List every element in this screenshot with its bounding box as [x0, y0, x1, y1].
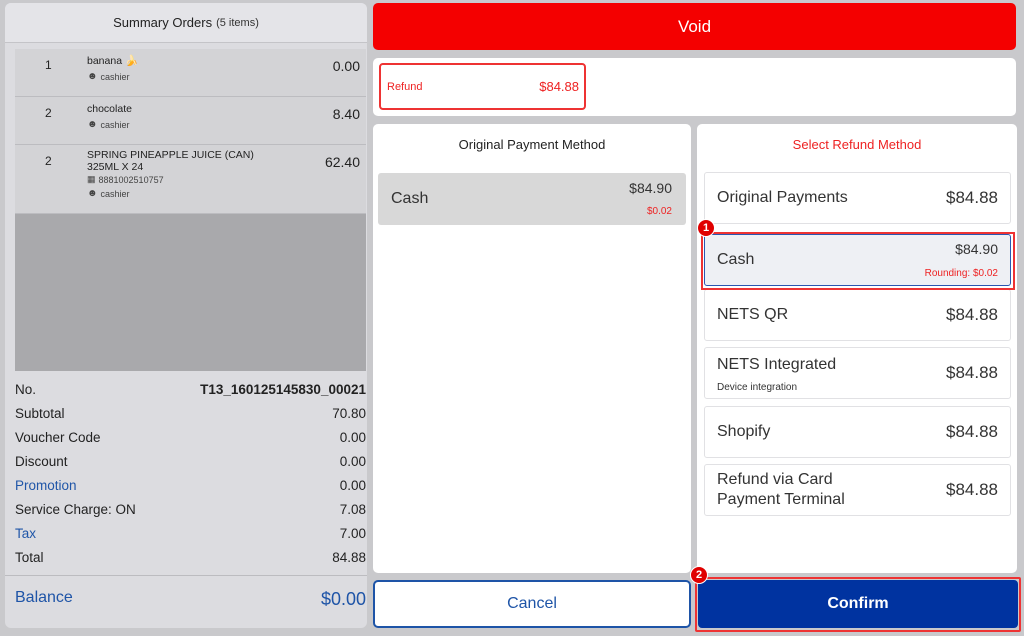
original-method-name: Cash	[391, 190, 429, 207]
item-qty: 2	[45, 154, 52, 168]
original-payment-title: Original Payment Method	[458, 137, 606, 152]
item-qty: 2	[45, 106, 52, 120]
item-qty: 1	[45, 58, 52, 72]
summary-panel: Summary Orders (5 items) 1 banana 🍌 0.00…	[5, 3, 367, 628]
summary-header: Summary Orders (5 items)	[5, 3, 367, 43]
refund-bar: Refund $84.88	[373, 58, 1016, 116]
refund-label: Refund	[387, 80, 423, 93]
cashier-icon: ☻	[87, 71, 98, 82]
summary-row: Service Charge: ON 7.08	[15, 501, 366, 517]
item-price: 62.40	[324, 154, 360, 170]
order-item[interactable]: 2 chocolate 8.40 ☻ cashier	[15, 97, 366, 145]
cashier-icon: ☻	[87, 119, 98, 130]
item-staff: cashier	[100, 71, 130, 82]
balance-value: $0.00	[320, 589, 366, 609]
cash-highlight-frame	[701, 232, 1015, 290]
void-button[interactable]: Void	[373, 3, 1016, 50]
divider	[5, 575, 367, 576]
summary-title: Summary Orders	[113, 15, 213, 30]
refund-option-original-payments[interactable]: Original Payments $84.88	[704, 172, 1011, 224]
item-price: 8.40	[332, 106, 360, 122]
summary-count: (5 items)	[216, 16, 259, 29]
refund-option-nets-qr[interactable]: NETS QR $84.88	[704, 289, 1011, 341]
item-price: 0.00	[332, 58, 360, 74]
summary-row: Voucher Code 0.00	[15, 429, 366, 445]
no-value: T13_160125145830_00021	[200, 381, 366, 397]
step-marker-1: 1	[697, 219, 715, 237]
summary-row[interactable]: Promotion 0.00	[15, 473, 366, 497]
refund-amount-box[interactable]: Refund $84.88	[379, 63, 586, 110]
barcode-icon: ▦	[87, 174, 96, 184]
item-name: SPRING PINEAPPLE JUICE (CAN) 325ML X 24	[87, 149, 254, 173]
item-name: banana 🍌	[87, 55, 139, 67]
original-payment-panel: Original Payment Method Cash $84.90 $0.0…	[373, 124, 691, 573]
original-payment-cash: Cash $84.90 $0.02	[378, 173, 686, 225]
order-item[interactable]: 1 banana 🍌 0.00 ☻ cashier	[15, 49, 366, 97]
refund-option-shopify[interactable]: Shopify $84.88	[704, 406, 1011, 458]
refund-option-card-terminal[interactable]: Refund via Card Payment Terminal $84.88	[704, 464, 1011, 516]
item-staff: cashier	[100, 188, 130, 199]
item-barcode: 8881002510757	[98, 174, 164, 185]
refund-value: $84.88	[539, 79, 579, 94]
balance: Balance $0.00	[15, 589, 366, 610]
refund-option-nets-integrated[interactable]: NETS Integrated Device integration $84.8…	[704, 347, 1011, 399]
order-item[interactable]: 2 SPRING PINEAPPLE JUICE (CAN) 325ML X 2…	[15, 145, 366, 214]
original-method-amount: $84.90	[629, 180, 672, 196]
summary-row-no: No. T13_160125145830_00021	[15, 377, 366, 401]
summary-row: Subtotal 70.80	[15, 405, 366, 421]
confirm-button[interactable]: Confirm	[698, 580, 1018, 628]
cancel-button[interactable]: Cancel	[373, 580, 691, 628]
cashier-icon: ☻	[87, 188, 98, 199]
select-refund-panel: Select Refund Method Original Payments $…	[697, 124, 1017, 573]
order-summary: No. T13_160125145830_00021 Subtotal 70.8…	[15, 377, 366, 569]
item-name: chocolate	[87, 103, 132, 115]
original-method-rounding: $0.02	[646, 206, 672, 217]
select-refund-title: Select Refund Method	[792, 137, 922, 152]
summary-row[interactable]: Tax 7.00	[15, 521, 366, 545]
item-staff: cashier	[100, 119, 130, 130]
step-marker-2: 2	[690, 566, 708, 584]
order-items-list[interactable]: 1 banana 🍌 0.00 ☻ cashier 2 chocolate 8.…	[15, 49, 366, 371]
balance-label: Balance	[15, 589, 73, 606]
no-label: No.	[15, 381, 37, 397]
tax-link[interactable]: Tax	[15, 526, 36, 541]
summary-row: Discount 0.00	[15, 453, 366, 469]
promotion-link[interactable]: Promotion	[15, 478, 77, 493]
summary-row: Total 84.88	[15, 549, 366, 565]
